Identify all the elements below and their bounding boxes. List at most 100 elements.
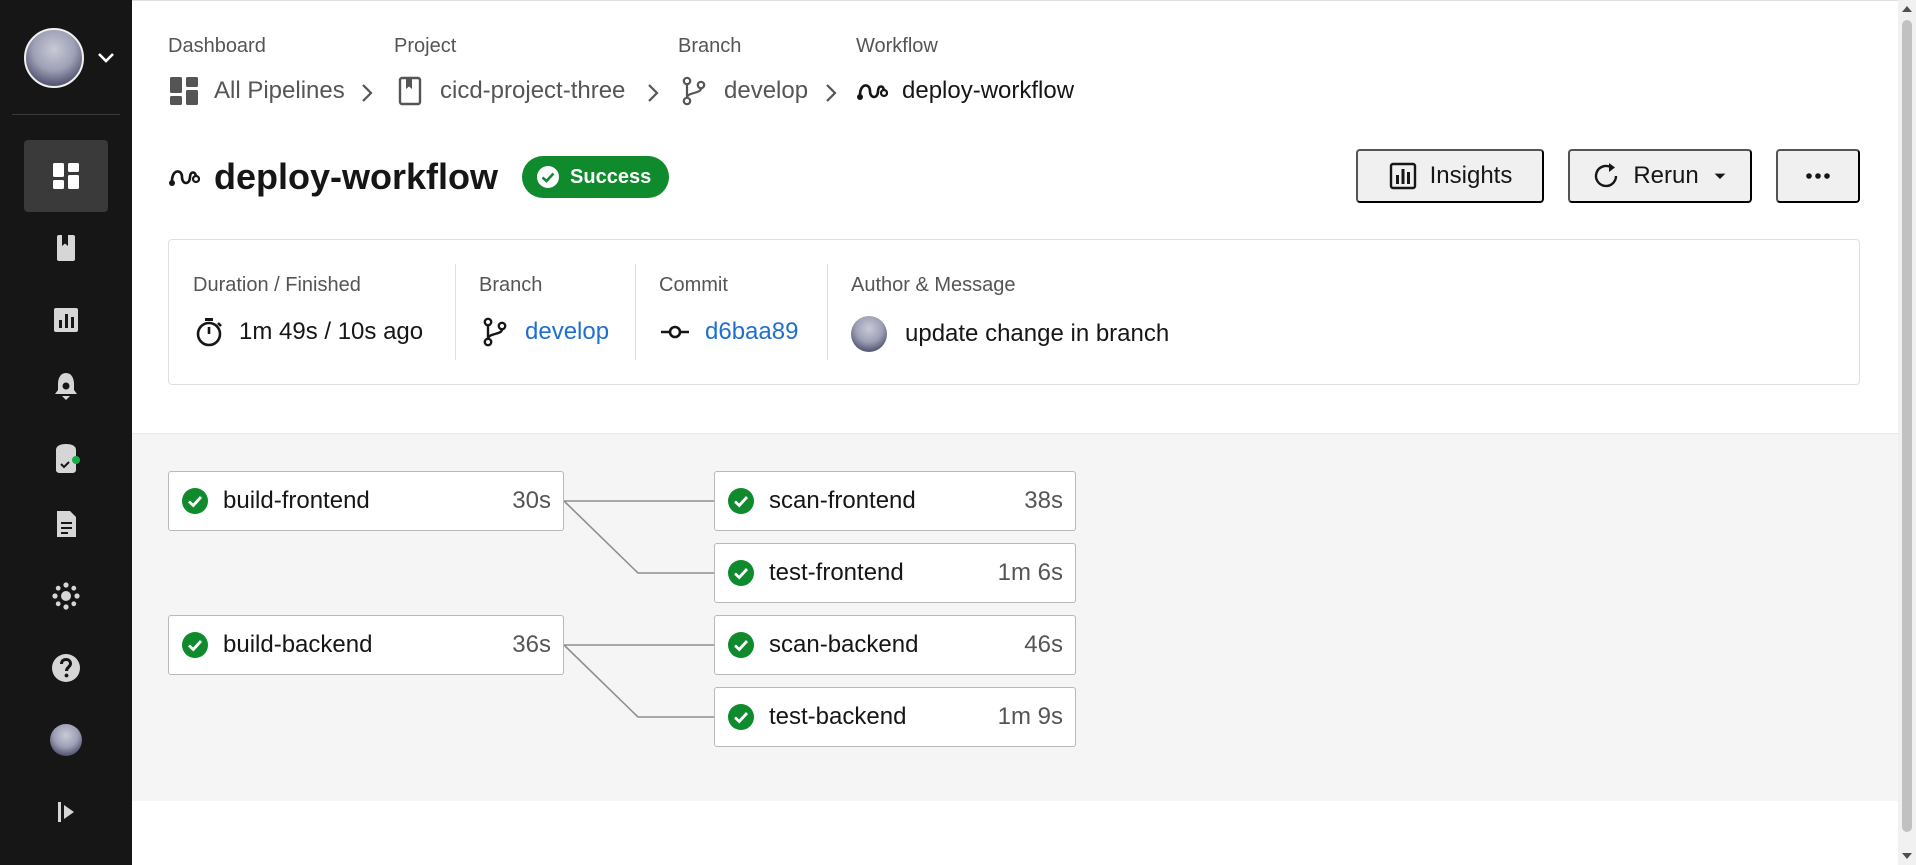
- user-avatar-icon: [50, 724, 82, 756]
- job-card[interactable]: scan-backend 46s: [714, 615, 1076, 675]
- breadcrumb-link-project[interactable]: cicd-project-three: [394, 75, 625, 107]
- more-horizontal-icon: [1806, 173, 1830, 179]
- rerun-icon: [1595, 163, 1618, 188]
- breadcrumb-link-branch[interactable]: develop: [678, 75, 808, 107]
- sidebar-item-deploys[interactable]: [24, 350, 108, 422]
- job-name: build-backend: [223, 631, 373, 658]
- breadcrumb-link-all-pipelines[interactable]: All Pipelines: [168, 75, 345, 107]
- job-card[interactable]: build-frontend 30s: [168, 471, 564, 531]
- check-circle-icon: [537, 166, 560, 188]
- sidebar-item-projects[interactable]: [24, 212, 108, 284]
- caret-down-icon: [1714, 173, 1726, 179]
- main-content: Dashboard All Pipelines Project cicd-pro…: [132, 0, 1898, 865]
- deploys-icon: [55, 373, 77, 400]
- breadcrumb-workflow: Workflow deploy-workflow: [856, 35, 1074, 104]
- commit-value: d6baa89: [659, 316, 798, 348]
- insights-button[interactable]: Insights: [1356, 149, 1544, 203]
- org-avatar[interactable]: [24, 28, 84, 88]
- success-check-icon: [728, 488, 754, 514]
- workflow-icon: [857, 84, 888, 100]
- sidebar-item-runners[interactable]: [24, 422, 108, 494]
- commit-link[interactable]: d6baa89: [705, 318, 798, 346]
- job-card[interactable]: build-backend 36s: [168, 615, 564, 675]
- branch-icon: [682, 76, 706, 106]
- chevron-right-icon: [648, 84, 659, 102]
- job-duration: 1m 6s: [997, 559, 1063, 586]
- branch-link[interactable]: develop: [525, 318, 609, 346]
- job-card[interactable]: test-backend 1m 9s: [714, 687, 1076, 747]
- scrollbar-thumb[interactable]: [1902, 20, 1912, 832]
- author-value: update change in branch: [851, 316, 1169, 352]
- summary-divider: [827, 264, 828, 360]
- summary-divider: [635, 264, 636, 360]
- commit-label: Commit: [659, 274, 728, 296]
- vertical-scrollbar[interactable]: [1898, 0, 1916, 865]
- scroll-down-arrow[interactable]: [1902, 853, 1912, 859]
- sidebar-item-organization-settings[interactable]: [24, 560, 108, 632]
- rerun-button-label: Rerun: [1633, 162, 1699, 189]
- job-card[interactable]: test-frontend 1m 6s: [714, 543, 1076, 603]
- breadcrumb-label: Workflow: [856, 35, 938, 57]
- job-name: build-frontend: [223, 487, 370, 514]
- workflow-header: deploy-workflow Success: [168, 151, 670, 203]
- job-duration: 38s: [1024, 487, 1063, 514]
- breadcrumb-value: develop: [724, 77, 809, 104]
- insights-icon: [1389, 162, 1416, 190]
- breadcrumb-label: Branch: [678, 35, 742, 57]
- status-badge: Success: [522, 156, 670, 198]
- branch-value: develop: [479, 316, 609, 348]
- workflow-graph: build-frontend 30s scan-frontend 38s tes…: [132, 433, 1898, 801]
- insights-button-label: Insights: [1429, 162, 1513, 189]
- sidebar-divider: [12, 114, 120, 115]
- help-icon: [52, 654, 80, 682]
- job-duration: 30s: [512, 487, 551, 514]
- duration-text: 1m 49s / 10s ago: [239, 318, 424, 345]
- summary-divider: [455, 264, 456, 360]
- author-avatar: [851, 316, 887, 352]
- organization-settings-icon: [52, 582, 80, 610]
- author-label: Author & Message: [851, 274, 1016, 296]
- workflow-summary: Duration / Finished 1m 49s / 10s ago Bra…: [168, 239, 1860, 385]
- more-options-button[interactable]: [1776, 149, 1860, 203]
- sidebar-item-plans[interactable]: [24, 488, 108, 560]
- job-name: scan-backend: [769, 631, 919, 658]
- success-check-icon: [182, 488, 208, 514]
- breadcrumb-value: All Pipelines: [214, 77, 345, 104]
- sidebar-item-dashboard[interactable]: [24, 140, 108, 212]
- rerun-button[interactable]: Rerun: [1568, 149, 1752, 203]
- job-name: test-frontend: [769, 559, 904, 586]
- breadcrumb-project: Project cicd-project-three: [394, 35, 625, 106]
- expand-sidebar-icon: [58, 802, 74, 822]
- page-title: deploy-workflow: [214, 156, 499, 197]
- branch-icon: [483, 317, 507, 347]
- breadcrumb-label: Project: [394, 35, 457, 57]
- job-duration: 46s: [1024, 631, 1063, 658]
- job-duration: 36s: [512, 631, 551, 658]
- job-name: test-backend: [769, 703, 907, 730]
- chevron-right-icon: [826, 84, 837, 102]
- sidebar-item-expand[interactable]: [24, 776, 108, 848]
- commit-icon: [661, 325, 689, 339]
- dashboard-icon: [170, 77, 198, 105]
- sidebar-item-user[interactable]: [24, 704, 108, 776]
- sidebar-item-insights[interactable]: [24, 284, 108, 356]
- projects-icon: [57, 235, 75, 261]
- job-name: scan-frontend: [769, 487, 916, 514]
- breadcrumb-branch: Branch develop: [678, 35, 808, 106]
- branch-label: Branch: [479, 274, 543, 296]
- chevron-right-icon: [362, 84, 373, 102]
- dashboard-icon: [53, 163, 79, 189]
- runners-icon: [56, 444, 80, 473]
- duration-value: 1m 49s / 10s ago: [193, 316, 423, 348]
- stopwatch-icon: [196, 318, 222, 347]
- status-text: Success: [570, 165, 652, 188]
- job-card[interactable]: scan-frontend 38s: [714, 471, 1076, 531]
- success-check-icon: [182, 632, 208, 658]
- org-switcher[interactable]: [24, 28, 144, 88]
- sidebar-item-help[interactable]: [24, 632, 108, 704]
- breadcrumb-label: Dashboard: [168, 35, 266, 57]
- breadcrumb-current: deploy-workflow: [856, 75, 1074, 107]
- duration-label: Duration / Finished: [193, 274, 361, 296]
- chevron-down-icon[interactable]: [94, 46, 118, 70]
- scroll-up-arrow[interactable]: [1902, 6, 1912, 12]
